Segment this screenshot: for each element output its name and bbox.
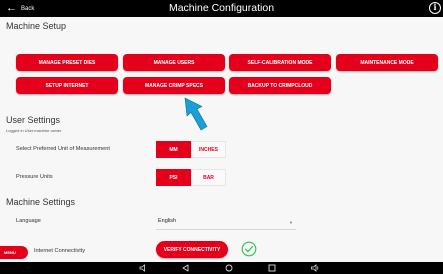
pressure-units-label: Pressure Units xyxy=(16,174,53,180)
dropdown-underline xyxy=(156,229,296,230)
settings-panel: Machine Setup MANAGE PRESET DIES MANAGE … xyxy=(0,17,443,262)
system-navigation-bar xyxy=(0,262,443,274)
title-bar: ← Back Machine Configuration i xyxy=(0,0,443,17)
nav-home-icon[interactable] xyxy=(224,263,234,273)
manage-preset-dies-button[interactable]: MANAGE PRESET DIES xyxy=(16,54,118,71)
unit-label: Select Preferred Unit of Measurement xyxy=(16,146,110,152)
unit-option-inches[interactable]: INCHES xyxy=(191,141,226,158)
speaker-icon[interactable] xyxy=(138,263,148,273)
machine-setup-heading: Machine Setup xyxy=(6,21,67,31)
menu-tab-button[interactable]: MENU xyxy=(0,246,28,259)
manage-users-button[interactable]: MANAGE USERS xyxy=(123,54,225,71)
logged-in-user-text: Logged in User:machine owner xyxy=(6,128,62,133)
user-settings-heading: User Settings xyxy=(6,115,61,125)
speaker-volume-icon[interactable] xyxy=(310,263,320,273)
page-title: Machine Configuration xyxy=(168,2,275,14)
check-circle-icon xyxy=(241,241,257,257)
verify-connectivity-button[interactable]: VERIFY CONNECTIVITY xyxy=(156,241,228,258)
pointer-arrow-icon xyxy=(184,97,208,131)
pressure-option-bar[interactable]: BAR xyxy=(191,169,226,186)
setup-internet-button[interactable]: SETUP INTERNET xyxy=(16,77,118,94)
internet-connectivity-label: Internet Connectivity xyxy=(34,248,85,254)
nav-back-icon[interactable] xyxy=(181,263,191,273)
nav-recents-icon[interactable] xyxy=(267,263,277,273)
info-icon[interactable]: i xyxy=(429,2,441,14)
machine-settings-heading: Machine Settings xyxy=(6,197,76,207)
manage-crimp-specs-button[interactable]: MANAGE CRIMP SPECS xyxy=(123,77,225,94)
language-label: Language xyxy=(16,218,41,224)
language-value: English xyxy=(158,218,177,224)
backup-to-crimpcloud-button[interactable]: BACKUP TO CRIMPCLOUD xyxy=(229,77,331,94)
pressure-option-psi[interactable]: PSI xyxy=(156,169,191,186)
dropdown-caret-icon: ▼ xyxy=(289,220,293,225)
maintenance-mode-button[interactable]: MAINTENANCE MODE xyxy=(336,54,438,71)
self-calibration-mode-button[interactable]: SELF-CALIBRATION MODE xyxy=(229,54,331,71)
unit-option-mm[interactable]: MM xyxy=(156,141,191,158)
